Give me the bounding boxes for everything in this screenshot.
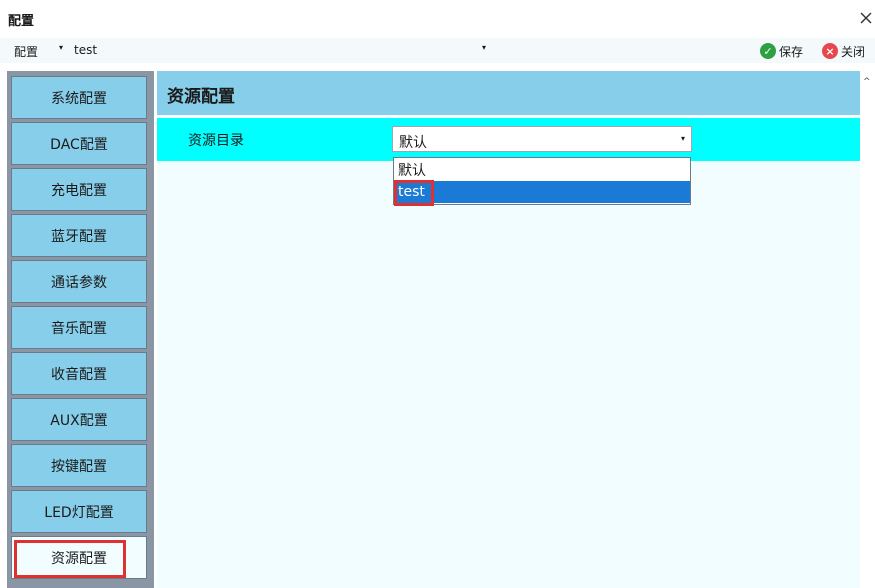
window-title: 配置 [8,14,35,29]
vertical-scrollbar[interactable]: ^ [860,63,875,588]
sidebar-item-aux[interactable]: AUX配置 [11,398,147,441]
sidebar-item-music[interactable]: 音乐配置 [11,306,147,349]
resource-dir-row: 资源目录 默认 ▾ [157,118,860,161]
sidebar-item-call-params[interactable]: 通话参数 [11,260,147,303]
toolbar: 配置 ▾ test ▾ ✓ 保存 × 关闭 [0,38,875,63]
save-button-label: 保存 [779,44,804,59]
chevron-down-icon[interactable]: ▾ [59,43,63,52]
resource-dir-value: 默认 [399,135,427,151]
chevron-down-icon[interactable]: ▾ [482,43,486,52]
main-panel: 资源配置 资源目录 默认 ▾ [157,71,860,588]
scroll-up-icon[interactable]: ^ [863,77,871,87]
sidebar-item-keys[interactable]: 按键配置 [11,444,147,487]
x-circle-icon: × [822,43,838,59]
sidebar-item-system[interactable]: 系统配置 [11,76,147,119]
annotation-highlight-box [394,180,434,206]
chevron-down-icon[interactable]: ▾ [681,134,685,143]
resource-dir-dropdown: 默认 test [393,157,691,205]
sidebar-item-bluetooth[interactable]: 蓝牙配置 [11,214,147,257]
dropdown-option-default[interactable]: 默认 [394,159,690,181]
page-title: 资源配置 [167,87,235,107]
sidebar-item-charging[interactable]: 充电配置 [11,168,147,211]
close-button[interactable]: × 关闭 [822,41,865,61]
panel-header: 资源配置 [157,71,860,115]
sidebar: 系统配置 DAC配置 充电配置 蓝牙配置 通话参数 音乐配置 收音配置 AUX配… [7,71,154,588]
close-button-label: 关闭 [841,44,866,59]
close-window-icon[interactable] [857,9,875,27]
title-bar: 配置 [0,0,875,38]
config-profile-select[interactable]: test [74,43,97,57]
save-button[interactable]: ✓ 保存 [760,41,803,61]
sidebar-item-led[interactable]: LED灯配置 [11,490,147,533]
sidebar-item-radio[interactable]: 收音配置 [11,352,147,395]
check-circle-icon: ✓ [760,43,776,59]
resource-dir-select[interactable]: 默认 ▾ [392,126,692,152]
config-menu-label[interactable]: 配置 [14,43,38,60]
dropdown-option-test[interactable]: test [394,181,690,203]
resource-dir-label: 资源目录 [188,133,244,149]
annotation-highlight-box [14,540,126,578]
sidebar-item-dac[interactable]: DAC配置 [11,122,147,165]
